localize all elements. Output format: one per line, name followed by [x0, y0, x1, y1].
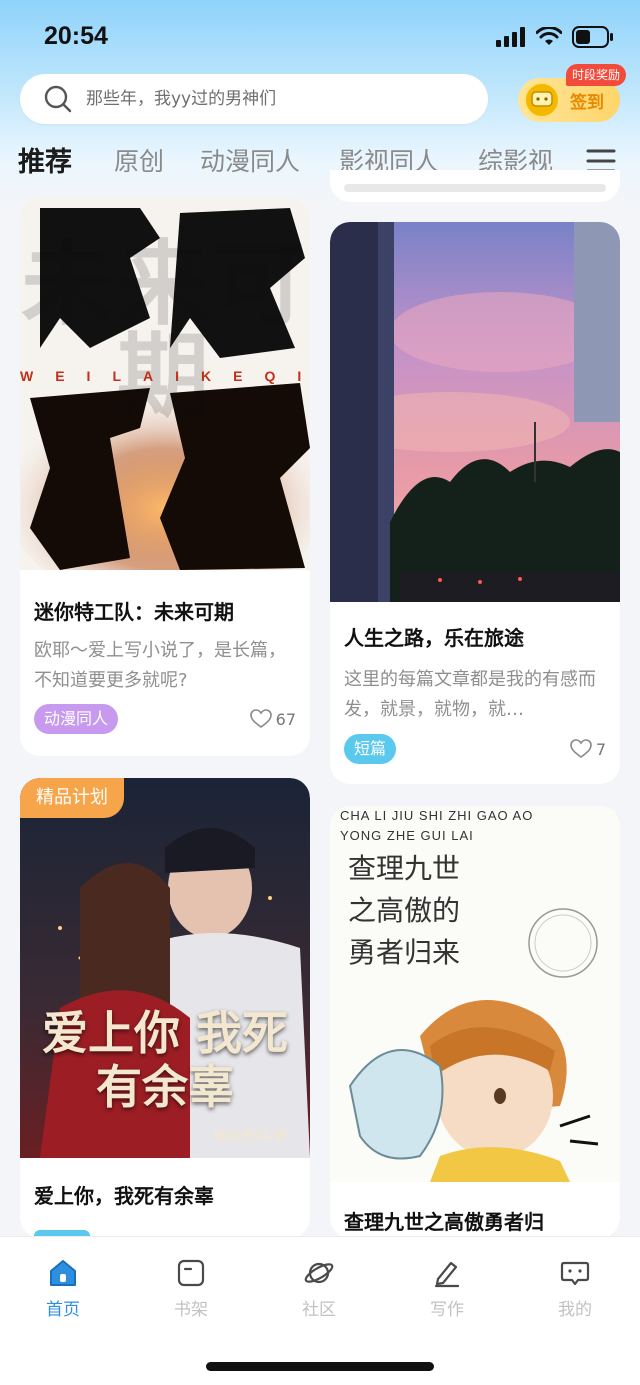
cover-title: 爱上你 我死有余辜 — [41, 1006, 288, 1114]
planet-icon — [304, 1262, 334, 1284]
boy-illustration — [348, 1000, 599, 1182]
signin-face-icon — [524, 82, 560, 118]
nav-label: 首页 — [46, 1300, 80, 1320]
chat-bubble-icon — [560, 1261, 590, 1286]
card-likes[interactable]: 7 — [570, 739, 606, 759]
card-title: 爱上你，我死有余辜 — [34, 1184, 214, 1208]
card-description: 这里的每篇文章都是我的有感而发，就景，就物，就… — [344, 669, 596, 720]
book-cover: 精品计划 爱上你 我死有余辜 呦呦鹿鸣/著 — [20, 778, 310, 1158]
battery-icon — [572, 26, 613, 48]
book-cover: CHA LI JIU SHI ZHI GAO AO YONG ZHE GUI L… — [330, 806, 620, 1182]
card-tag[interactable]: 短篇 — [344, 734, 397, 764]
cover-seal — [528, 908, 598, 978]
card-title: 迷你特工队：未来可期 — [34, 600, 234, 624]
card-description: 欧耶～爱上写小说了，是长篇，不知道要更多就呢? — [34, 640, 286, 691]
book-cover — [330, 222, 620, 602]
status-bar: 20:54 — [0, 0, 640, 72]
likes-count: 67 — [275, 709, 296, 729]
nav-me[interactable]: 我的 — [535, 1257, 615, 1320]
book-card[interactable]: CHA LI JIU SHI ZHI GAO AO YONG ZHE GUI L… — [330, 806, 620, 1238]
cover-title: 查理九世 之高傲的 勇者归来 — [348, 852, 461, 969]
search-input[interactable] — [86, 89, 466, 109]
heart-icon — [570, 739, 592, 758]
tab-original[interactable]: 原创 — [114, 142, 164, 178]
wifi-icon — [536, 27, 562, 45]
search-bar[interactable] — [20, 74, 488, 124]
bookshelf-icon — [177, 1259, 205, 1287]
nav-bookshelf[interactable]: 书架 — [151, 1257, 231, 1320]
card-title: 查理九世之高傲勇者归 — [344, 1210, 544, 1234]
search-icon — [44, 85, 72, 113]
home-indicator — [206, 1362, 434, 1371]
book-card[interactable]: 人生之路，乐在旅途 这里的每篇文章都是我的有感而发，就景，就物，就… 短篇 7 — [330, 222, 620, 784]
book-cover: 未来可期 WEILAIKEQI — [20, 198, 310, 570]
nav-label: 社区 — [302, 1300, 336, 1320]
tab-recommend[interactable]: 推荐 — [18, 140, 72, 179]
nav-label: 书架 — [174, 1300, 208, 1320]
premium-ribbon: 精品计划 — [20, 778, 124, 818]
nav-write[interactable]: 写作 — [407, 1257, 487, 1320]
book-card[interactable]: 精品计划 爱上你 我死有余辜 呦呦鹿鸣/著 爱上你，我死有余辜 — [20, 778, 310, 1238]
nav-home[interactable]: 首页 — [23, 1257, 103, 1320]
nav-label: 我的 — [558, 1300, 592, 1320]
likes-count: 7 — [595, 739, 606, 759]
status-icons — [496, 26, 614, 48]
cover-author: 呦呦鹿鸣/著 — [213, 1129, 288, 1145]
sunset-photo — [330, 222, 620, 602]
pencil-icon — [434, 1261, 460, 1288]
tab-anime-fanfic[interactable]: 动漫同人 — [200, 142, 300, 178]
heart-icon — [249, 709, 272, 728]
signin-reward-badge: 时段奖励 — [566, 64, 627, 86]
cover-pinyin: CHA LI JIU SHI ZHI GAO AO YONG ZHE GUI L… — [340, 808, 534, 843]
cover-subtitle: WEILAIKEQI — [20, 368, 310, 384]
status-time: 20:54 — [44, 22, 108, 50]
book-card[interactable]: 未来可期 WEILAIKEQI 迷你特工队：未来可期 欧耶～爱上写小说了，是长篇… — [20, 198, 310, 756]
signin-label: 签到 — [570, 92, 604, 113]
home-icon — [50, 1260, 76, 1286]
cover-title: 未来可期 — [20, 230, 309, 430]
cellular-signal-icon — [496, 27, 525, 47]
nav-community[interactable]: 社区 — [279, 1257, 359, 1320]
card-tag[interactable]: 动漫同人 — [34, 704, 119, 734]
nav-label: 写作 — [430, 1300, 464, 1320]
card-likes[interactable]: 67 — [249, 709, 296, 729]
card-title: 人生之路，乐在旅途 — [344, 626, 524, 650]
card-partial-top[interactable] — [330, 170, 620, 202]
